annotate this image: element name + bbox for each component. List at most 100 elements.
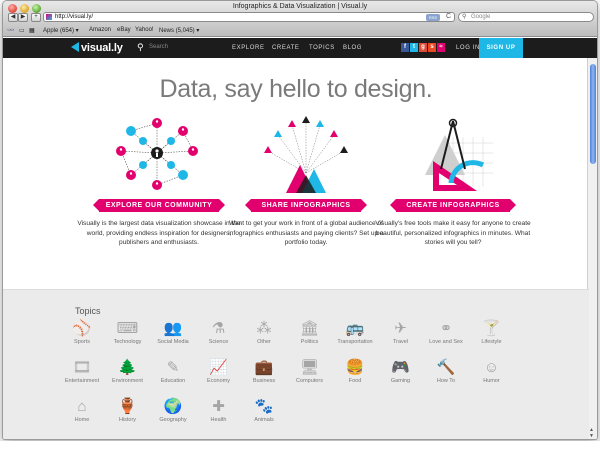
topic-entertainment[interactable]: 🎞 Entertainment <box>59 359 105 384</box>
topic-label: Politics <box>300 339 319 345</box>
topic-humor[interactable]: ☺ Humor <box>469 359 515 384</box>
stumbleupon-icon[interactable]: s <box>428 43 436 52</box>
title-bar: Infographics & Data Visualization | Visu… <box>3 1 597 37</box>
nav-blog[interactable]: BLOG <box>343 45 362 51</box>
browser-window: Infographics & Data Visualization | Visu… <box>2 0 598 440</box>
bookmark-news[interactable]: News (5,045) ▾ <box>159 27 199 34</box>
create-description: Visually's free tools make it easy for a… <box>375 220 531 247</box>
bookmark-apple[interactable]: Apple (654) ▾ <box>43 27 79 34</box>
social-media-icon: 👥 <box>163 320 183 337</box>
topic-how-to[interactable]: 🔨 How To <box>423 359 469 384</box>
bookmark-ebay[interactable]: eBay <box>117 27 131 33</box>
bookmarks-bar: 👓 ▭ ▦ Apple (654) ▾ Amazon eBay Yahoo! N… <box>3 25 597 36</box>
topic-label: Environment <box>112 378 143 384</box>
add-bookmark-button[interactable]: + <box>31 13 41 22</box>
topic-food[interactable]: 🍔 Food <box>332 359 378 384</box>
bookmark-amazon[interactable]: Amazon <box>89 27 111 33</box>
forward-button[interactable]: ▶ <box>18 13 28 22</box>
topic-travel[interactable]: ✈ Travel <box>378 320 424 345</box>
topic-transportation[interactable]: 🚌 Transportation <box>332 320 378 345</box>
scrollbar-thumb[interactable] <box>590 64 596 164</box>
topic-economy[interactable]: 📈 Economy <box>196 359 242 384</box>
topic-label: How To <box>436 378 456 384</box>
topic-label: Love and Sex <box>429 339 463 345</box>
share-triangles-icon <box>264 116 348 193</box>
topic-environment[interactable]: 🌲 Environment <box>105 359 151 384</box>
transportation-icon: 🚌 <box>345 320 365 337</box>
browser-search-field[interactable]: ⚲ Google <box>458 12 594 22</box>
bookmarks-icon[interactable]: ▭ <box>19 27 25 34</box>
topic-home[interactable]: ⌂ Home <box>59 398 105 423</box>
topic-computers[interactable]: 🖥 Computers <box>287 359 333 384</box>
topic-science[interactable]: ⚗ Science <box>196 320 242 345</box>
topic-politics[interactable]: 🏛 Politics <box>287 320 333 345</box>
topic-social-media[interactable]: 👥 Social Media <box>150 320 196 345</box>
reading-list-icon[interactable]: 👓 <box>7 27 14 34</box>
topic-education[interactable]: ✎ Education <box>150 359 196 384</box>
topic-health[interactable]: ✚ Health <box>196 398 242 423</box>
feature-create: CREATE INFOGRAPHICS Visually's free tool… <box>367 113 539 248</box>
animals-icon: 🐾 <box>254 398 274 415</box>
topic-label: Social Media <box>157 339 189 345</box>
nav-topics[interactable]: TOPICS <box>309 45 335 51</box>
google-plus-icon[interactable]: g <box>419 43 427 52</box>
topic-animals[interactable]: 🐾 Animals <box>241 398 287 423</box>
humor-icon: ☺ <box>483 359 500 376</box>
food-icon: 🍔 <box>345 359 365 376</box>
address-bar[interactable]: http://visual.ly/ RSS C <box>43 12 455 22</box>
top-sites-icon[interactable]: ▦ <box>29 27 35 34</box>
topic-business[interactable]: 💼 Business <box>241 359 287 384</box>
hero-title: Data, say hello to design. <box>159 75 433 103</box>
topic-love-and-sex[interactable]: ⚭ Love and Sex <box>423 320 469 345</box>
site-search-icon[interactable]: ⚲ <box>137 42 144 53</box>
travel-icon: ✈ <box>394 320 407 337</box>
window-title: Infographics & Data Visualization | Visu… <box>232 3 368 10</box>
topic-lifestyle[interactable]: 🍸 Lifestyle <box>469 320 515 345</box>
topic-label: Animals <box>254 417 274 423</box>
science-icon: ⚗ <box>211 320 226 337</box>
topic-label: Home <box>74 417 90 423</box>
topic-label: Food <box>348 378 362 384</box>
back-button[interactable]: ◀ <box>8 13 18 22</box>
geography-icon: 🌍 <box>163 398 183 415</box>
gaming-icon: 🎮 <box>391 359 410 376</box>
topic-label: Lifestyle <box>481 339 502 345</box>
home-icon: ⌂ <box>77 398 87 415</box>
topic-label: Travel <box>392 339 409 345</box>
nav-explore[interactable]: EXPLORE <box>232 45 265 51</box>
love-and-sex-icon: ⚭ <box>439 320 453 337</box>
rss-button[interactable]: RSS <box>426 14 440 21</box>
topic-label: Humor <box>483 378 500 384</box>
topic-geography[interactable]: 🌍 Geography <box>150 398 196 423</box>
signup-button[interactable]: SIGN UP <box>479 38 523 58</box>
topic-label: Science <box>208 339 229 345</box>
facebook-icon[interactable]: f <box>401 43 409 52</box>
computers-icon: 🖥 <box>299 359 320 376</box>
create-infographics-button[interactable]: CREATE INFOGRAPHICS <box>390 199 516 212</box>
rss-icon[interactable]: ≈ <box>437 43 445 52</box>
topic-label: Computers <box>296 378 323 384</box>
lifestyle-icon: 🍸 <box>482 320 501 337</box>
topic-gaming[interactable]: 🎮 Gaming <box>378 359 424 384</box>
scroll-arrows-icon[interactable]: ▲ ▼ <box>589 427 594 439</box>
topic-other[interactable]: ⁂ Other <box>241 320 287 345</box>
economy-icon: 📈 <box>209 359 228 376</box>
nav-create[interactable]: CREATE <box>272 45 300 51</box>
topic-label: Sports <box>74 339 90 345</box>
create-tools-icon <box>425 118 493 191</box>
twitter-icon[interactable]: t <box>410 43 418 52</box>
share-infographics-button[interactable]: SHARE INFOGRAPHICS <box>245 199 367 212</box>
topic-sports[interactable]: ⚾ Sports <box>59 320 105 345</box>
topic-technology[interactable]: ⌨ Technology <box>105 320 151 345</box>
topic-history[interactable]: 🏺 History <box>105 398 151 423</box>
topics-title: Topics <box>75 306 101 316</box>
login-link[interactable]: LOG IN <box>456 45 480 51</box>
bookmark-yahoo[interactable]: Yahoo! <box>135 27 154 33</box>
site-logo[interactable]: visual.ly <box>71 42 123 54</box>
topic-label: Gaming <box>390 378 411 384</box>
logo-arrow-icon <box>71 42 79 52</box>
site-search-input[interactable]: Search <box>149 44 168 50</box>
explore-community-button[interactable]: EXPLORE OUR COMMUNITY <box>93 199 225 212</box>
reload-button[interactable]: C <box>446 13 451 20</box>
url-text: http://visual.ly/ <box>55 14 94 20</box>
